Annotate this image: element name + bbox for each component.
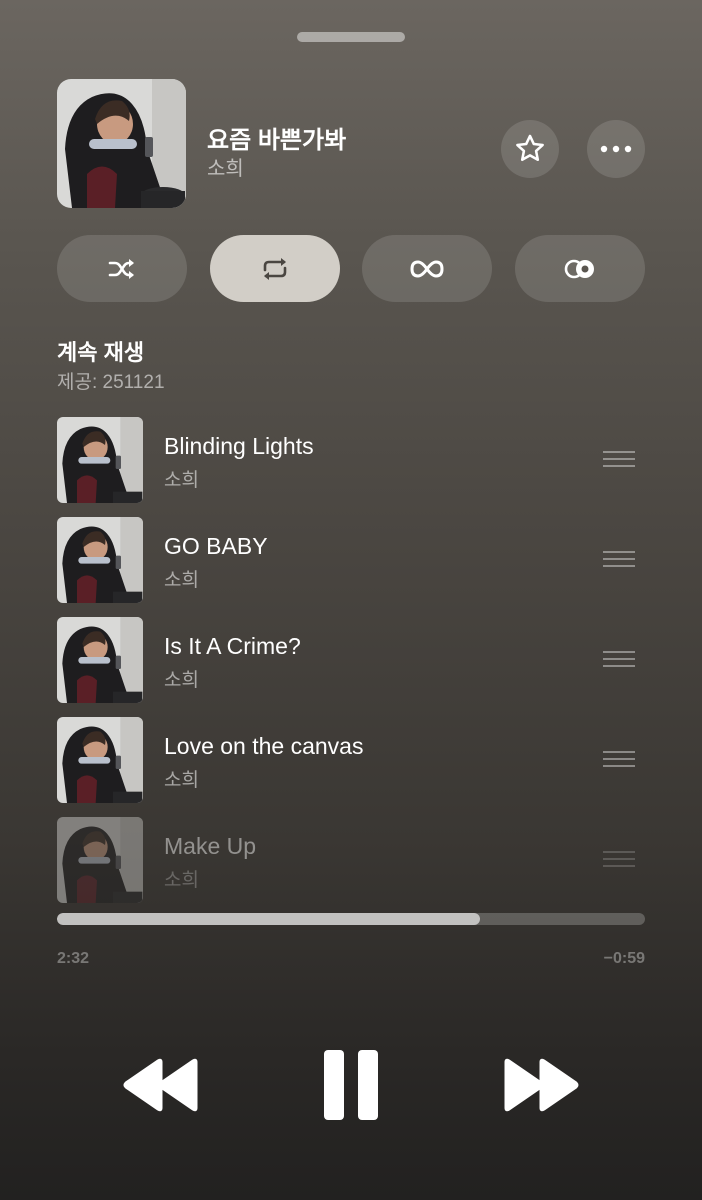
track-artwork <box>57 817 143 903</box>
repeat-button[interactable] <box>210 235 340 302</box>
now-playing-artwork <box>57 79 186 208</box>
track-title: GO BABY <box>164 533 268 559</box>
track-artist: 소희 <box>164 670 199 691</box>
playback-progress-fill <box>57 913 481 925</box>
reorder-handle-icon[interactable] <box>603 751 635 769</box>
queue-item[interactable]: Make Up 소희 <box>57 817 645 903</box>
track-artist: 소희 <box>164 570 199 591</box>
section-title: 계속 재생 <box>57 340 145 365</box>
sheet-grabber[interactable] <box>297 32 405 42</box>
reorder-handle-icon[interactable] <box>603 451 635 469</box>
track-artwork <box>57 417 143 503</box>
section-subtitle: 제공: 251121 <box>57 372 165 393</box>
rewind-icon <box>123 1058 198 1112</box>
track-artist: 소희 <box>164 870 199 891</box>
now-playing-title: 요즘 바쁜가봐 <box>207 127 347 154</box>
shuffle-button[interactable] <box>57 235 187 302</box>
repeat-icon <box>263 257 287 280</box>
elapsed-time: 2:32 <box>57 950 90 967</box>
infinity-button[interactable] <box>362 235 492 302</box>
track-artist: 소희 <box>164 770 199 791</box>
previous-track-button[interactable] <box>122 1058 200 1112</box>
track-title: Blinding Lights <box>164 433 314 459</box>
track-title: Love on the canvas <box>164 733 364 759</box>
shuffle-icon <box>108 258 134 279</box>
playback-scrubber[interactable] <box>57 913 645 925</box>
star-icon <box>516 134 544 162</box>
queue-item[interactable]: Blinding Lights 소희 <box>57 417 645 503</box>
track-title: Is It A Crime? <box>164 633 301 659</box>
track-artist: 소희 <box>164 470 199 491</box>
reorder-handle-icon[interactable] <box>603 851 635 869</box>
ellipsis-icon <box>600 145 632 153</box>
track-artwork <box>57 717 143 803</box>
autoplay-circles-icon <box>564 259 594 278</box>
next-track-button[interactable] <box>502 1058 580 1112</box>
pause-icon <box>324 1050 378 1120</box>
remaining-time: −0:59 <box>603 950 645 967</box>
pause-button[interactable] <box>318 1046 384 1124</box>
fast-forward-icon <box>504 1058 579 1112</box>
track-title: Make Up <box>164 833 257 859</box>
track-artwork <box>57 617 143 703</box>
reorder-handle-icon[interactable] <box>603 651 635 669</box>
favorite-button[interactable] <box>501 120 559 178</box>
now-playing-artist[interactable]: 소희 <box>207 152 244 181</box>
autoplay-button[interactable] <box>515 235 645 302</box>
queue-item[interactable]: GO BABY 소희 <box>57 517 645 603</box>
queue-item[interactable]: Love on the canvas 소희 <box>57 717 645 803</box>
reorder-handle-icon[interactable] <box>603 551 635 569</box>
track-artwork <box>57 517 143 603</box>
more-options-button[interactable] <box>587 120 645 178</box>
infinity-icon <box>410 259 444 278</box>
queue-item[interactable]: Is It A Crime? 소희 <box>57 617 645 703</box>
